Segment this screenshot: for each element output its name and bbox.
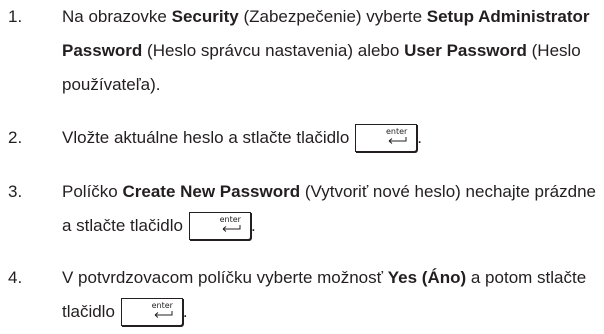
enter-key-icon: enter (188, 212, 251, 240)
enter-key-label: enter (151, 301, 173, 310)
step-1: 1. Na obrazovke Security (Zabezpečenie) … (8, 0, 600, 102)
enter-key-label: enter (385, 127, 408, 136)
return-arrow-icon (222, 225, 241, 232)
step-number: 4. (8, 268, 23, 287)
step-4: 4. V potvrdzovacom políčku vyberte možno… (8, 261, 600, 329)
user-password-term: User Password (404, 41, 527, 60)
step-number: 1. (8, 7, 23, 26)
step-text-part: (Zabezpečenie) vyberte (238, 7, 427, 26)
security-screen-name: Security (171, 7, 239, 26)
step-text-part: V potvrdzovacom políčku vyberte možnosť (62, 268, 388, 287)
step-text: Vložte aktuálne heslo a stlačte tlačidlo… (62, 121, 600, 155)
step-text-part: . (250, 216, 256, 235)
step-text: Políčko Create New Password (Vytvoriť no… (62, 175, 600, 243)
create-new-password-term: Create New Password (122, 182, 301, 201)
step-text: V potvrdzovacom políčku vyberte možnosť … (62, 261, 600, 329)
step-2: 2. Vložte aktuálne heslo a stlačte tlači… (8, 121, 600, 155)
enter-key-icon: enter (355, 124, 418, 152)
step-text-part: Políčko (62, 182, 123, 201)
enter-key-label: enter (219, 215, 241, 224)
step-text-part: Vložte aktuálne heslo a stlačte tlačidlo (62, 128, 350, 147)
step-text-part: . (182, 302, 188, 321)
step-text-part: Na obrazovke (62, 7, 172, 26)
step-3: 3. Políčko Create New Password (Vytvoriť… (8, 175, 600, 243)
step-text-part: . (417, 128, 423, 147)
step-number: 2. (8, 128, 23, 147)
step-text: Na obrazovke Security (Zabezpečenie) vyb… (62, 0, 600, 102)
step-text-part: (Heslo správcu nastavenia) alebo (142, 41, 405, 60)
yes-option-term: Yes (Áno) (387, 268, 467, 287)
return-arrow-icon (154, 311, 173, 318)
enter-key-icon: enter (120, 298, 183, 326)
return-arrow-icon (388, 137, 407, 144)
step-number: 3. (8, 182, 23, 201)
